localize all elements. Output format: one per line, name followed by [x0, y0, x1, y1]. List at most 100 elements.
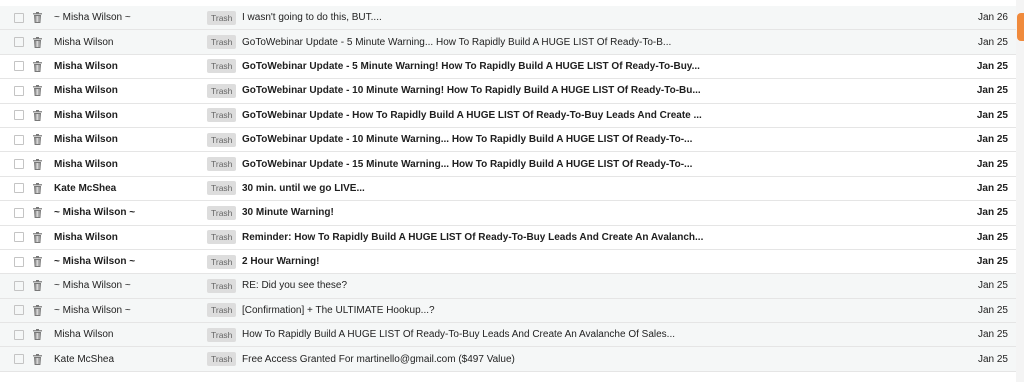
- select-checkbox[interactable]: [14, 134, 24, 145]
- trash-label-badge: Trash: [207, 303, 237, 318]
- email-date: Jan 25: [976, 182, 1008, 194]
- email-subject: GoToWebinar Update - 15 Minute Warning..…: [242, 158, 693, 170]
- email-row[interactable]: Misha Wilson Trash GoToWebinar Update - …: [0, 30, 1016, 55]
- email-date: Jan 25: [976, 60, 1008, 72]
- email-subject: [Confirmation] + The ULTIMATE Hookup...?: [242, 304, 435, 316]
- trash-label-badge: Trash: [207, 83, 237, 98]
- trash-label-badge: Trash: [207, 10, 237, 25]
- email-date: Jan 25: [976, 134, 1008, 146]
- sender-name: ~ Misha Wilson ~: [54, 12, 131, 24]
- select-checkbox[interactable]: [14, 12, 24, 23]
- trash-icon[interactable]: [33, 36, 42, 48]
- email-row[interactable]: Misha Wilson Trash GoToWebinar Update - …: [0, 152, 1016, 177]
- email-row[interactable]: ~ Misha Wilson ~ Trash 30 Minute Warning…: [0, 201, 1016, 226]
- email-date: Jan 26: [977, 12, 1008, 24]
- email-list: ~ Misha Wilson ~ Trash I wasn't going to…: [0, 6, 1016, 372]
- scrollbar-thumb[interactable]: [1017, 13, 1024, 41]
- trash-label-badge: Trash: [207, 108, 237, 123]
- email-date: Jan 25: [976, 231, 1008, 243]
- sender-name: Misha Wilson: [54, 85, 118, 97]
- trash-icon[interactable]: [33, 158, 42, 170]
- email-row[interactable]: ~ Misha Wilson ~ Trash I wasn't going to…: [0, 6, 1016, 31]
- trash-label-badge: Trash: [207, 205, 237, 220]
- email-subject: GoToWebinar Update - 10 Minute Warning..…: [242, 134, 693, 146]
- email-subject: 30 min. until we go LIVE...: [242, 182, 365, 194]
- trash-icon[interactable]: [33, 109, 42, 121]
- email-subject: GoToWebinar Update - How To Rapidly Buil…: [242, 109, 702, 121]
- trash-icon[interactable]: [33, 353, 42, 365]
- email-date: Jan 25: [976, 256, 1008, 268]
- sender-name: Misha Wilson: [54, 109, 118, 121]
- trash-icon[interactable]: [33, 85, 42, 97]
- email-subject: Free Access Granted For martinello@gmail…: [242, 353, 515, 365]
- sender-name: ~ Misha Wilson ~: [54, 207, 136, 219]
- select-checkbox[interactable]: [14, 207, 24, 218]
- trash-icon[interactable]: [33, 256, 42, 268]
- email-row[interactable]: Misha Wilson Trash GoToWebinar Update - …: [0, 103, 1016, 128]
- select-checkbox[interactable]: [14, 305, 24, 316]
- email-date: Jan 25: [976, 158, 1008, 170]
- trash-label-badge: Trash: [207, 35, 237, 50]
- email-date: Jan 25: [977, 36, 1008, 48]
- email-date: Jan 25: [977, 304, 1008, 316]
- email-subject: Reminder: How To Rapidly Build A HUGE LI…: [242, 231, 704, 243]
- select-checkbox[interactable]: [14, 232, 24, 243]
- trash-label-badge: Trash: [207, 59, 237, 74]
- email-row[interactable]: Kate McShea Trash Free Access Granted Fo…: [0, 347, 1016, 372]
- email-row[interactable]: ~ Misha Wilson ~ Trash RE: Did you see t…: [0, 274, 1016, 299]
- select-checkbox[interactable]: [14, 61, 24, 72]
- email-subject: RE: Did you see these?: [242, 280, 348, 292]
- sender-name: ~ Misha Wilson ~: [54, 256, 136, 268]
- trash-icon[interactable]: [33, 280, 42, 292]
- trash-label-badge: Trash: [207, 327, 237, 342]
- select-checkbox[interactable]: [14, 159, 24, 170]
- email-subject: GoToWebinar Update - 5 Minute Warning! H…: [242, 60, 700, 72]
- email-row[interactable]: ~ Misha Wilson ~ Trash 2 Hour Warning! J…: [0, 249, 1016, 275]
- email-date: Jan 25: [976, 109, 1008, 121]
- email-row[interactable]: Misha Wilson Trash Reminder: How To Rapi…: [0, 225, 1016, 250]
- select-checkbox[interactable]: [14, 280, 24, 291]
- email-row[interactable]: Misha Wilson Trash How To Rapidly Build …: [0, 323, 1016, 348]
- trash-icon[interactable]: [33, 304, 42, 316]
- trash-label-badge: Trash: [207, 278, 237, 293]
- email-row[interactable]: Misha Wilson Trash GoToWebinar Update - …: [0, 127, 1016, 153]
- trash-label-badge: Trash: [207, 157, 237, 172]
- email-row[interactable]: Misha Wilson Trash GoToWebinar Update - …: [0, 54, 1016, 80]
- select-checkbox[interactable]: [14, 37, 24, 48]
- trash-label-badge: Trash: [207, 254, 237, 269]
- trash-label-badge: Trash: [207, 352, 237, 367]
- email-subject: GoToWebinar Update - 5 Minute Warning...…: [242, 36, 672, 48]
- trash-icon[interactable]: [33, 231, 42, 243]
- select-checkbox[interactable]: [14, 85, 24, 96]
- sender-name: Misha Wilson: [54, 134, 118, 146]
- email-subject: I wasn't going to do this, BUT....: [242, 12, 382, 24]
- email-row[interactable]: Misha Wilson Trash GoToWebinar Update - …: [0, 79, 1016, 104]
- email-date: Jan 25: [977, 353, 1008, 365]
- trash-icon[interactable]: [33, 182, 42, 194]
- trash-icon[interactable]: [33, 12, 42, 24]
- email-date: Jan 25: [977, 280, 1008, 292]
- trash-icon[interactable]: [33, 60, 42, 72]
- trash-label-badge: Trash: [207, 181, 237, 196]
- select-checkbox[interactable]: [14, 183, 24, 194]
- trash-icon[interactable]: [33, 329, 42, 341]
- email-date: Jan 25: [976, 207, 1008, 219]
- trash-icon[interactable]: [33, 207, 42, 219]
- sender-name: Misha Wilson: [54, 36, 114, 48]
- email-subject: GoToWebinar Update - 10 Minute Warning! …: [242, 85, 701, 97]
- email-row[interactable]: Kate McShea Trash 30 min. until we go LI…: [0, 176, 1016, 202]
- sender-name: Misha Wilson: [54, 158, 118, 170]
- email-date: Jan 25: [976, 85, 1008, 97]
- select-checkbox[interactable]: [14, 256, 24, 267]
- email-subject: 30 Minute Warning!: [242, 207, 334, 219]
- sender-name: Misha Wilson: [54, 329, 114, 341]
- email-row[interactable]: ~ Misha Wilson ~ Trash [Confirmation] + …: [0, 298, 1016, 324]
- select-checkbox[interactable]: [14, 329, 24, 340]
- scrollbar-track[interactable]: [1016, 0, 1024, 382]
- sender-name: ~ Misha Wilson ~: [54, 304, 131, 316]
- sender-name: Misha Wilson: [54, 60, 118, 72]
- select-checkbox[interactable]: [14, 354, 24, 365]
- trash-label-badge: Trash: [207, 132, 237, 147]
- trash-icon[interactable]: [33, 134, 42, 146]
- select-checkbox[interactable]: [14, 110, 24, 121]
